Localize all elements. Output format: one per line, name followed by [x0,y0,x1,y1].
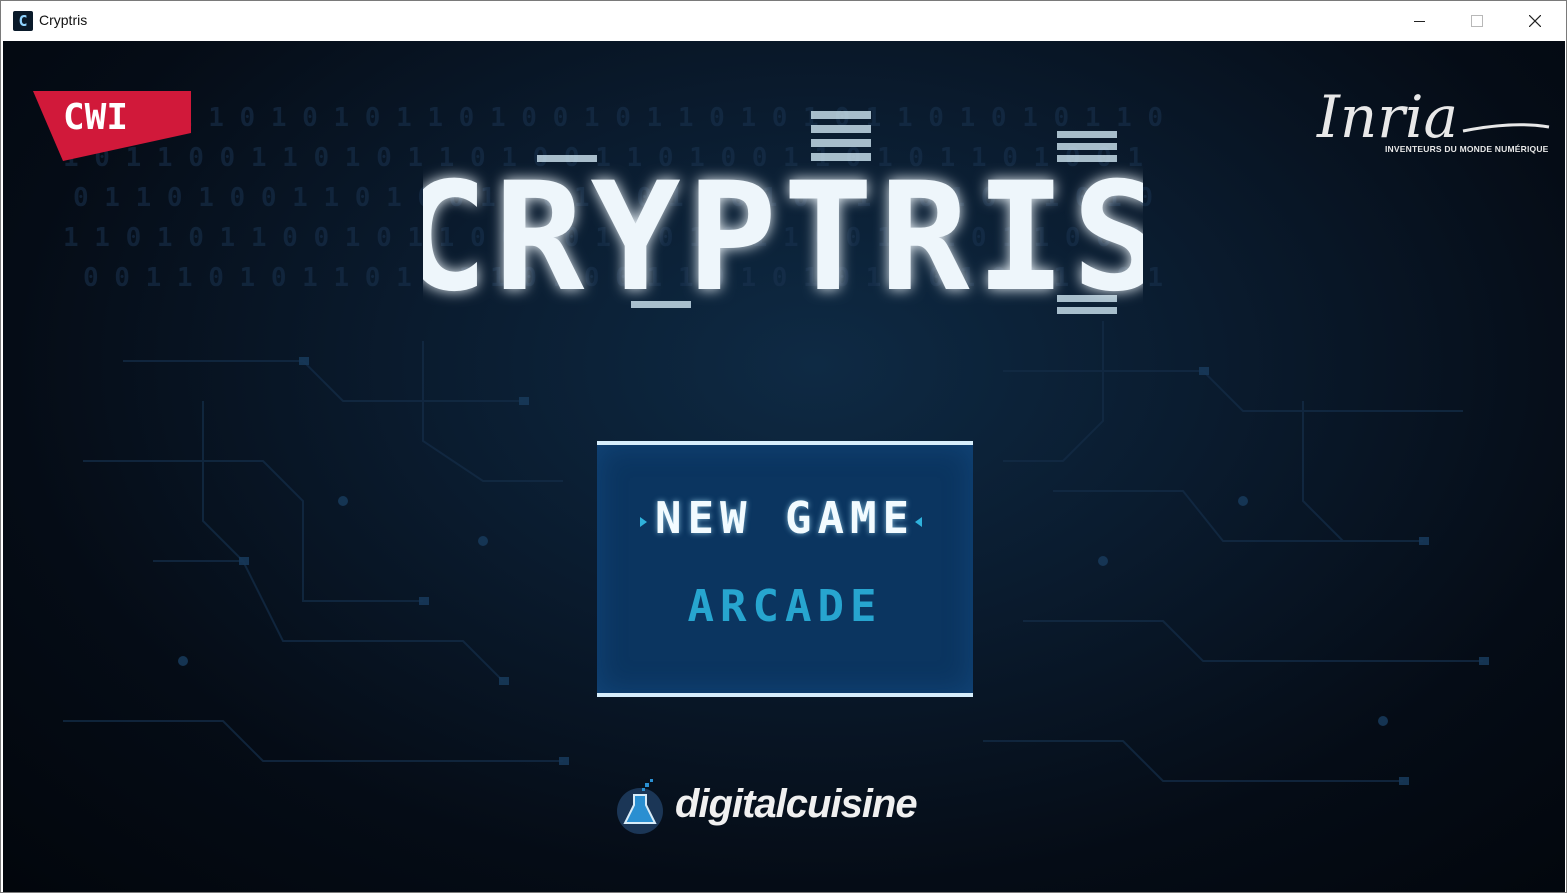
app-window: C Cryptris 0 1 0 1 1 0 1 0 1 0 1 1 0 1 0… [0,0,1567,893]
title-bar[interactable]: C Cryptris [1,1,1566,41]
svg-text:Inria: Inria [1316,83,1458,151]
svg-text:CWI: CWI [63,97,128,138]
close-icon [1529,15,1541,27]
window-title: Cryptris [39,12,88,28]
cwi-logo: CWI [33,91,191,161]
menu-item-new-game[interactable]: NEW GAME [597,493,973,544]
cryptris-title-logo: CRYPTRIS [423,111,1143,321]
minimize-button[interactable] [1390,1,1448,41]
digitalcuisine-brand: digitalcuisine [675,782,918,826]
menu-item-arcade[interactable]: ARCADE [597,581,973,632]
maximize-icon [1471,15,1483,27]
close-button[interactable] [1506,1,1564,41]
minimize-icon [1413,20,1425,22]
cryptris-app-icon[interactable]: C [13,11,33,31]
game-canvas[interactable]: 0 1 0 1 1 0 1 0 1 0 1 1 0 1 0 0 1 0 1 1 … [3,41,1565,892]
inria-tagline: INVENTEURS DU MONDE NUMÉRIQUE [1385,144,1549,154]
flask-icon [617,779,663,834]
logo-title-text: CRYPTRIS [423,151,1143,321]
maximize-button[interactable] [1448,1,1506,41]
main-menu: NEW GAME ARCADE [597,441,973,697]
